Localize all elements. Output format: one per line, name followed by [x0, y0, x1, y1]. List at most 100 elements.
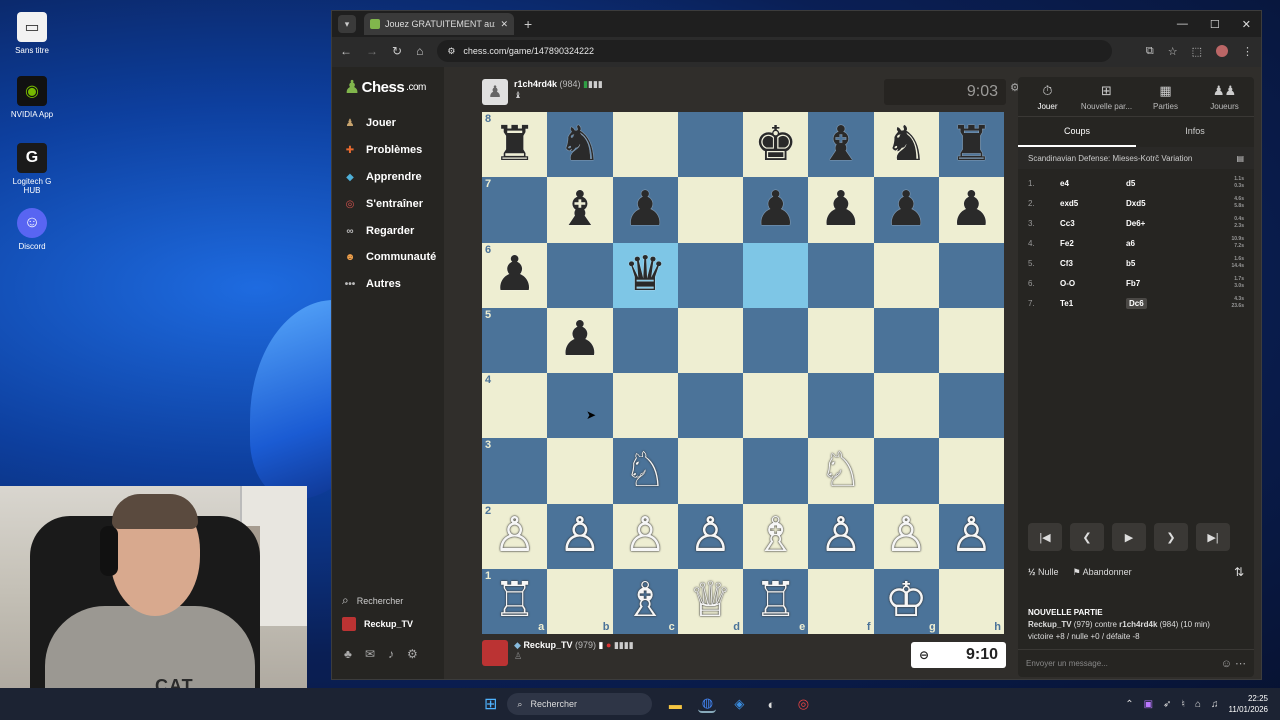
tab-list-dropdown[interactable]: ▾: [338, 15, 356, 33]
resign-button[interactable]: ⚑ Abandonner: [1073, 567, 1132, 578]
white-move[interactable]: Cc3: [1060, 219, 1126, 228]
square-h2[interactable]: ♙: [938, 503, 1004, 569]
play-moves-button[interactable]: ▶: [1112, 523, 1146, 551]
square-f2[interactable]: ♙: [808, 503, 874, 569]
square-d5[interactable]: [677, 307, 743, 373]
bookmark-star-icon[interactable]: ☆: [1168, 45, 1178, 58]
emoji-icon[interactable]: ☺ ⋯: [1221, 657, 1246, 670]
chess-piece[interactable]: ♟: [558, 316, 601, 364]
sidebar-item-jouer[interactable]: ♟ Jouer: [342, 115, 396, 131]
square-h8[interactable]: ♜: [938, 112, 1004, 178]
install-app-icon[interactable]: ⧉: [1146, 45, 1154, 58]
square-c3[interactable]: ♘: [612, 438, 678, 504]
square-f6[interactable]: [808, 242, 874, 308]
url-field[interactable]: ⚙ chess.com/game/147890324222: [437, 40, 1112, 62]
chess-piece[interactable]: ♙: [624, 512, 667, 560]
sidebar-item-entrainer[interactable]: ◎ S'entraîner: [342, 196, 423, 212]
profile-avatar[interactable]: [1216, 44, 1228, 57]
tab-nouvelle-partie[interactable]: ⊞ Nouvelle par...: [1077, 77, 1136, 116]
square-d4[interactable]: [677, 373, 743, 439]
chess-piece[interactable]: ♙: [819, 512, 862, 560]
home-icon[interactable]: ⌂: [416, 44, 423, 58]
previous-move-button[interactable]: ❮: [1070, 523, 1104, 551]
square-g8[interactable]: ♞: [873, 112, 939, 178]
chess-piece[interactable]: ♖: [493, 577, 536, 625]
next-move-button[interactable]: ❯: [1154, 523, 1188, 551]
tray-mic-icon[interactable]: ♮: [1181, 699, 1185, 710]
black-move[interactable]: Dxd5: [1126, 199, 1192, 208]
forward-icon[interactable]: →: [366, 44, 378, 58]
square-e4[interactable]: [743, 373, 809, 439]
close-window-icon[interactable]: ✕: [1242, 18, 1251, 31]
flip-board-icon[interactable]: ⇅: [1234, 565, 1244, 579]
maximize-icon[interactable]: ☐: [1210, 18, 1220, 31]
chess-piece[interactable]: ♗: [624, 577, 667, 625]
desktop-icon-nvidia[interactable]: ◉ NVIDIA App: [4, 76, 60, 119]
back-icon[interactable]: ←: [340, 44, 352, 58]
square-h3[interactable]: [938, 438, 1004, 504]
square-c4[interactable]: [612, 373, 678, 439]
file-explorer-icon[interactable]: ▬: [666, 695, 684, 713]
sidebar-item-regarder[interactable]: ∞ Regarder: [342, 223, 414, 239]
square-a3[interactable]: 3: [482, 438, 548, 504]
chess-piece[interactable]: ♟: [754, 185, 797, 234]
chess-piece[interactable]: ♚: [754, 120, 797, 169]
menu-kebab-icon[interactable]: ⋮: [1242, 45, 1253, 58]
white-move[interactable]: O-O: [1060, 279, 1126, 288]
white-move[interactable]: Cf3: [1060, 259, 1126, 268]
square-f3[interactable]: ♘: [808, 438, 874, 504]
square-h1[interactable]: h: [938, 568, 1004, 634]
chess-piece[interactable]: ♔: [885, 577, 928, 625]
settings-gear-icon[interactable]: ⚙: [407, 647, 418, 661]
sidebar-item-autres[interactable]: ••• Autres: [342, 276, 401, 292]
desktop-icon-logitech[interactable]: G Logitech G HUB: [4, 143, 60, 195]
square-d6[interactable]: [677, 242, 743, 308]
square-h5[interactable]: [938, 307, 1004, 373]
square-g1[interactable]: ♔ g: [873, 568, 939, 634]
square-c8[interactable]: [612, 112, 678, 178]
chess-piece[interactable]: ♕: [689, 577, 732, 625]
square-e8[interactable]: ♚: [743, 112, 809, 178]
sidebar-item-apprendre[interactable]: ◆ Apprendre: [342, 169, 421, 185]
square-c2[interactable]: ♙: [612, 503, 678, 569]
square-a1[interactable]: ♖ 1 a: [482, 568, 548, 634]
white-move[interactable]: Te1: [1060, 299, 1126, 308]
square-g7[interactable]: ♟: [873, 177, 939, 243]
square-g6[interactable]: [873, 242, 939, 308]
sidebar-search[interactable]: ⌕ Rechercher: [342, 593, 403, 608]
chess-piece[interactable]: ♙: [558, 512, 601, 560]
square-g5[interactable]: [873, 307, 939, 373]
chat-message-input[interactable]: Envoyer un message... ☺ ⋯: [1018, 649, 1254, 677]
white-move[interactable]: e4: [1060, 179, 1126, 188]
chess-board[interactable]: ♜ 8 ♞ ♚ ♝ ♞ ♜ 7 ♝ ♟ ♟ ♟ ♟ ♟ ♟ 6 ♛ 5 ♟ 4 3 ♘ ♘ ♙ 2 ♙ ♙ ♙ ♗ ♙ ♙ ♙ ♖ 1 a b ♗ c ♕ d…: [482, 112, 1004, 634]
chess-piece[interactable]: ♜: [950, 120, 993, 169]
square-d2[interactable]: ♙: [677, 503, 743, 569]
chess-piece[interactable]: ♝: [819, 120, 862, 169]
chess-piece[interactable]: ♘: [819, 446, 862, 495]
chess-piece[interactable]: ♙: [689, 512, 732, 560]
draw-button[interactable]: ½ Nulle: [1028, 567, 1059, 577]
square-g3[interactable]: [873, 438, 939, 504]
extensions-icon[interactable]: ⬚: [1192, 45, 1202, 58]
player-name-line[interactable]: ◆ Reckup_TV (979) ▮ ● ▮▮▮▮: [514, 640, 634, 651]
tray-cursor-icon[interactable]: ➶: [1163, 699, 1171, 710]
square-b8[interactable]: ♞: [547, 112, 613, 178]
chess-piece[interactable]: ♟: [493, 251, 536, 299]
tray-app-icon[interactable]: ▣: [1144, 699, 1153, 710]
square-g2[interactable]: ♙: [873, 503, 939, 569]
opponent-avatar[interactable]: ♟: [482, 79, 508, 105]
friends-icon[interactable]: ♣: [344, 647, 352, 661]
square-d7[interactable]: [677, 177, 743, 243]
taskbar-search[interactable]: ⌕ Rechercher: [507, 693, 653, 715]
white-move[interactable]: exd5: [1060, 199, 1126, 208]
desktop-icon-discord[interactable]: ☺ Discord: [4, 208, 60, 251]
player-avatar[interactable]: [482, 640, 508, 666]
last-move-button[interactable]: ▶|: [1196, 523, 1230, 551]
square-a4[interactable]: 4: [482, 373, 548, 439]
subtab-infos[interactable]: Infos: [1136, 117, 1254, 147]
square-h7[interactable]: ♟: [938, 177, 1004, 243]
square-e3[interactable]: [743, 438, 809, 504]
square-a2[interactable]: ♙ 2: [482, 503, 548, 569]
square-f8[interactable]: ♝: [808, 112, 874, 178]
app-blue-icon[interactable]: ◈: [730, 695, 748, 713]
